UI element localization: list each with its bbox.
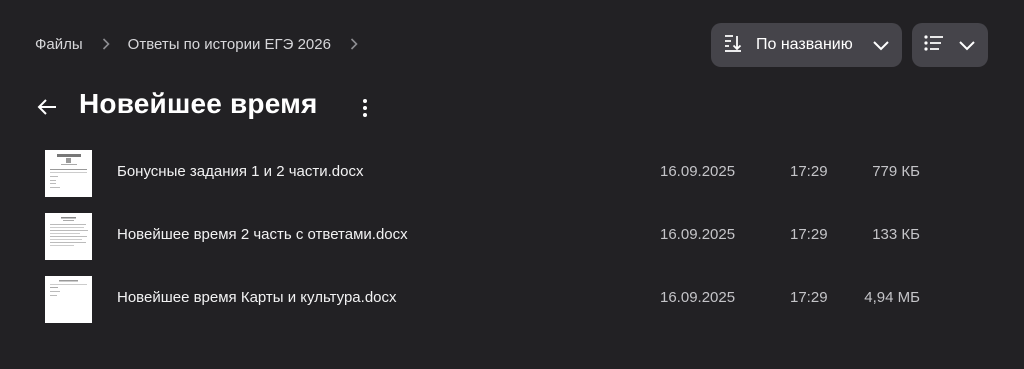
breadcrumb: Файлы Ответы по истории ЕГЭ 2026 <box>35 36 376 53</box>
chevron-down-icon <box>958 37 976 58</box>
breadcrumb-item-files[interactable]: Файлы <box>35 36 83 53</box>
view-mode-button[interactable] <box>912 23 988 67</box>
file-size: 4,94 МБ <box>864 289 920 306</box>
page-title: Новейшее время <box>79 88 318 119</box>
chevron-right-icon <box>97 37 115 53</box>
sort-descending-icon <box>723 33 743 58</box>
file-size: 779 КБ <box>872 163 920 180</box>
file-date: 16.09.2025 <box>660 289 736 306</box>
file-browser-page: Файлы Ответы по истории ЕГЭ 2026 По назв… <box>0 0 1024 369</box>
file-name: Бонусные задания 1 и 2 части.docx <box>117 163 364 180</box>
breadcrumb-item-folder[interactable]: Ответы по истории ЕГЭ 2026 <box>128 36 331 53</box>
file-row[interactable]: Бонусные задания 1 и 2 части.docx 16.09.… <box>30 145 970 201</box>
more-options-icon[interactable] <box>355 97 375 119</box>
document-thumbnail-icon <box>45 150 92 197</box>
file-date: 16.09.2025 <box>660 163 736 180</box>
sort-button[interactable]: По названию <box>711 23 902 67</box>
file-name: Новейшее время Карты и культура.docx <box>117 289 397 306</box>
file-date: 16.09.2025 <box>660 226 736 243</box>
chevron-right-icon <box>345 37 363 53</box>
file-row[interactable]: Новейшее время 2 часть с ответами.docx 1… <box>30 208 970 264</box>
back-arrow-icon[interactable] <box>36 96 58 118</box>
file-size: 133 КБ <box>872 226 920 243</box>
document-thumbnail-icon <box>45 276 92 323</box>
file-time: 17:29 <box>790 289 828 306</box>
sort-label: По названию <box>756 36 853 53</box>
chevron-down-icon <box>872 37 890 58</box>
list-view-icon <box>924 34 944 57</box>
file-name: Новейшее время 2 часть с ответами.docx <box>117 226 408 243</box>
file-row[interactable]: Новейшее время Карты и культура.docx 16.… <box>30 271 970 327</box>
document-thumbnail-icon <box>45 213 92 260</box>
file-time: 17:29 <box>790 226 828 243</box>
file-time: 17:29 <box>790 163 828 180</box>
